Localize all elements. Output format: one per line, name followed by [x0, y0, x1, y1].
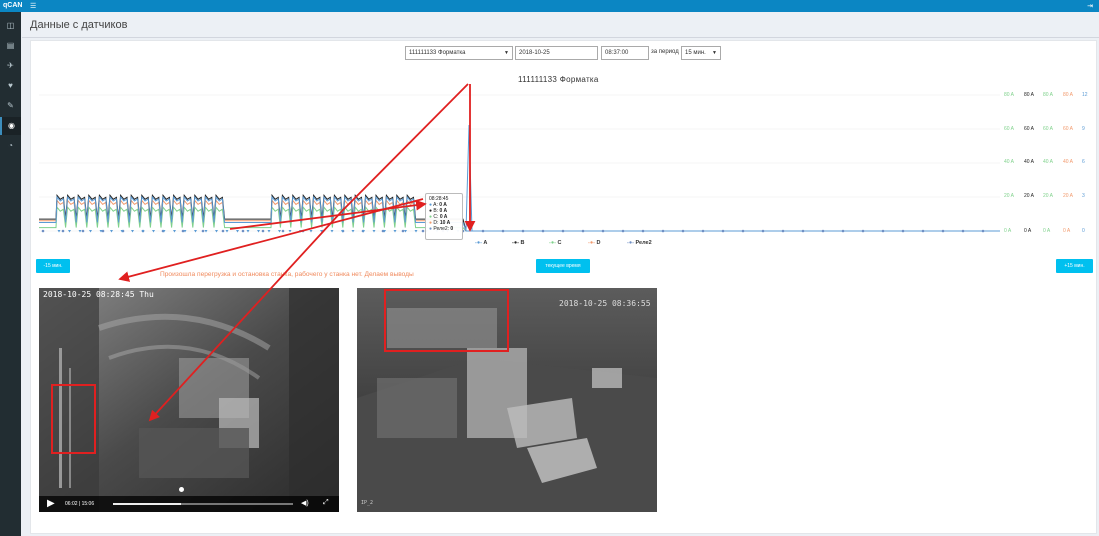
legend-item[interactable]: -●- C: [549, 240, 562, 246]
data-point: [421, 229, 425, 233]
video-time: 06:02 | 15:06: [65, 501, 95, 507]
data-point: [641, 229, 645, 233]
axis-tick-label: 20 A: [1024, 193, 1035, 199]
axis-tick-label: 6: [1082, 159, 1085, 165]
axis-tick-label: 40 A: [1043, 159, 1054, 165]
data-point: [61, 229, 65, 233]
axis-tick-label: 80 A: [1043, 92, 1054, 98]
axis-tick-label: 0: [1082, 228, 1085, 234]
camera-id: IP_2: [361, 500, 374, 506]
data-point: [41, 229, 45, 233]
axis-tick-label: 60 A: [1004, 126, 1015, 132]
video-timestamp-1: 2018-10-25 08:28:45 Thu: [43, 290, 154, 299]
axis-tick-label: 40 A: [1063, 159, 1074, 165]
axis-tick-label: 80 A: [1063, 92, 1074, 98]
data-point: [821, 229, 825, 233]
data-point: [941, 229, 945, 233]
axis-tick-label: 9: [1082, 126, 1085, 132]
data-point: [481, 229, 485, 233]
axis-tick-label: 60 A: [1024, 126, 1035, 132]
data-point: [721, 229, 725, 233]
axis-tick-label: 40 A: [1024, 159, 1035, 165]
data-point: [261, 229, 265, 233]
legend-item[interactable]: -●- B: [512, 240, 525, 246]
data-point: [901, 229, 905, 233]
camera-video-1[interactable]: 2018-10-25 08:28:45 Thu ▶ 06:02 | 15:06 …: [39, 288, 339, 512]
prev-period-button[interactable]: -15 мин.: [36, 259, 70, 273]
axis-tick-label: 60 A: [1043, 126, 1054, 132]
data-point: [861, 229, 865, 233]
next-period-button[interactable]: +15 мин.: [1056, 259, 1093, 273]
data-point: [561, 229, 565, 233]
data-point: [81, 229, 85, 233]
axis-tick-label: 20 A: [1043, 193, 1054, 199]
data-point: [881, 229, 885, 233]
data-point: [241, 229, 245, 233]
series-line-relay: [465, 124, 473, 232]
axis-tick-label: 0 A: [1063, 228, 1071, 234]
annotation-text: Произошла перегрузка и остановка станка,…: [160, 271, 414, 278]
data-point: [541, 229, 545, 233]
data-point: [601, 229, 605, 233]
play-icon[interactable]: ▶: [47, 498, 55, 509]
axis-tick-label: 80 A: [1024, 92, 1035, 98]
axis-tick-label: 0 A: [1024, 228, 1032, 234]
video-progress[interactable]: [113, 503, 293, 505]
data-point: [761, 229, 765, 233]
legend-item[interactable]: -●- Реле2: [627, 240, 652, 246]
data-point: [661, 229, 665, 233]
legend-item[interactable]: -●- D: [588, 240, 601, 246]
current-time-button[interactable]: текущее время: [536, 259, 590, 273]
data-point: [781, 229, 785, 233]
data-point: [961, 229, 965, 233]
axis-tick-label: 3: [1082, 193, 1085, 199]
data-point: [741, 229, 745, 233]
axis-tick-label: 80 A: [1004, 92, 1015, 98]
data-point: [501, 229, 505, 233]
data-point: [281, 229, 285, 233]
axis-tick-label: 60 A: [1063, 126, 1074, 132]
data-point: [221, 229, 225, 233]
data-point: [801, 229, 805, 233]
video-timestamp-2: 2018-10-25 08:36:55: [559, 299, 651, 308]
axis-tick-label: 0 A: [1004, 228, 1012, 234]
axis-tick-label: 20 A: [1004, 193, 1015, 199]
fullscreen-icon[interactable]: ⤢: [323, 499, 329, 507]
camera-frame-2: [357, 288, 657, 512]
sensor-chart: [39, 94, 1000, 233]
data-point: [621, 229, 625, 233]
axis-tick-label: 12: [1082, 92, 1088, 98]
axis-tick-label: 0 A: [1043, 228, 1051, 234]
axis-tick-label: 40 A: [1004, 159, 1015, 165]
axis-tick-label: 20 A: [1063, 193, 1074, 199]
data-point: [581, 229, 585, 233]
camera-frame-1: [39, 288, 339, 512]
legend-item[interactable]: -●- A: [475, 240, 487, 246]
data-point: [921, 229, 925, 233]
data-point: [841, 229, 845, 233]
tooltip-row: ● Реле2: 0: [429, 226, 454, 232]
data-point: [301, 229, 305, 233]
data-point: [201, 229, 205, 233]
data-point: [681, 229, 685, 233]
data-point: [701, 229, 705, 233]
video-controls: ▶ 06:02 | 15:06 ◀) ⤢: [39, 496, 339, 512]
camera-video-2[interactable]: 2018-10-25 08:36:55 IP_2: [357, 288, 657, 512]
chart-tooltip: 08:28:45 ● A: 0 A ● B: 0 A ● C: 0 A ● D: 10…: [425, 193, 463, 240]
data-point: [401, 229, 405, 233]
volume-icon[interactable]: ◀): [301, 499, 309, 507]
data-point: [981, 229, 985, 233]
data-point: [521, 229, 525, 233]
